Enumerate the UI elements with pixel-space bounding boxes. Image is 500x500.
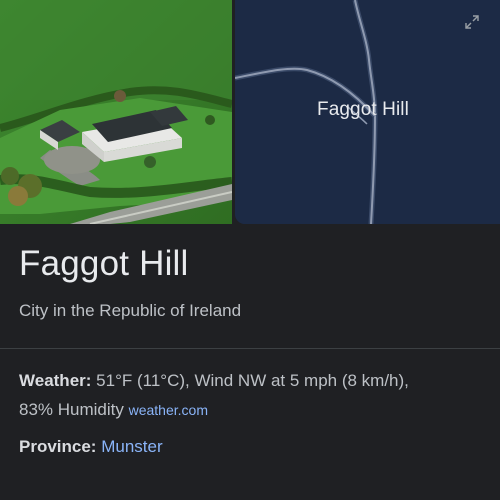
expand-button[interactable] bbox=[464, 14, 492, 42]
map-place-label: Faggot Hill bbox=[317, 99, 409, 120]
weather-source-link[interactable]: weather.com bbox=[129, 402, 208, 418]
knowledge-panel: Faggot Hill Faggot Hill City in the Repu… bbox=[0, 0, 500, 500]
aerial-photo[interactable] bbox=[0, 0, 232, 224]
weather-value-line1: 51°F (11°C), Wind NW at 5 mph (8 km/h), bbox=[91, 371, 409, 390]
place-subtitle: City in the Republic of Ireland bbox=[19, 301, 242, 320]
weather-label: Weather: bbox=[19, 371, 92, 390]
province-row: Province: Munster bbox=[19, 437, 163, 457]
map-preview[interactable]: Faggot Hill bbox=[235, 0, 500, 224]
divider bbox=[0, 348, 500, 349]
province-link[interactable]: Munster bbox=[101, 437, 162, 456]
province-label: Province: bbox=[19, 437, 97, 456]
place-title: Faggot Hill bbox=[19, 244, 189, 283]
media-row: Faggot Hill bbox=[0, 0, 500, 224]
weather-value-line2: 83% Humidity bbox=[19, 400, 129, 419]
weather-row: Weather: 51°F (11°C), Wind NW at 5 mph (… bbox=[19, 366, 489, 425]
